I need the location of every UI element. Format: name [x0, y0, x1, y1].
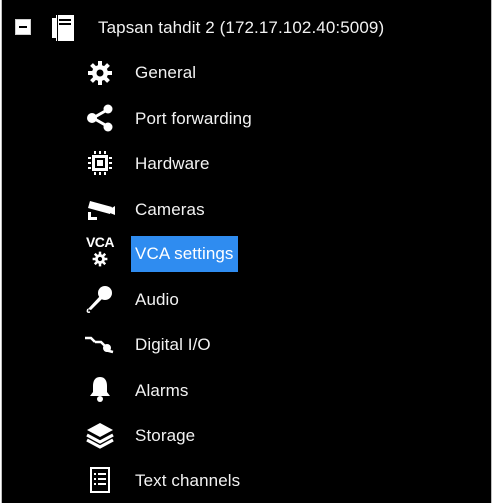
- tree-item-port-forwarding[interactable]: Port forwarding: [135, 109, 252, 129]
- tree-item-vca-settings[interactable]: VCA settings: [131, 236, 238, 272]
- tree-item-storage[interactable]: Storage: [135, 426, 195, 446]
- tree-item-audio[interactable]: Audio: [135, 290, 179, 310]
- cctv-camera-icon: [80, 191, 120, 227]
- tree-item-cameras[interactable]: Cameras: [135, 200, 205, 220]
- tree-item-alarms[interactable]: Alarms: [135, 381, 189, 401]
- chip-icon: [80, 145, 120, 181]
- tree-root-server[interactable]: Tapsan tahdit 2 (172.17.102.40:5009): [98, 18, 384, 38]
- tree-item-hardware[interactable]: Hardware: [135, 154, 210, 174]
- tree-item-label: General: [135, 63, 197, 82]
- tree-item-label: VCA settings: [131, 236, 238, 272]
- vca-icon-text: VCA: [85, 234, 115, 250]
- settings-tree-panel: Tapsan tahdit 2 (172.17.102.40:5009) Gen…: [1, 0, 492, 503]
- server-icon: [42, 10, 86, 46]
- tree-item-label: Audio: [135, 290, 179, 309]
- tree-item-label: Text channels: [135, 471, 241, 490]
- tree-item-text-channels[interactable]: Text channels: [135, 471, 240, 491]
- tree-item-label: Hardware: [135, 154, 210, 173]
- collapse-toggle-button[interactable]: [15, 19, 31, 35]
- microphone-icon: [80, 281, 120, 317]
- tree-item-label: Alarms: [135, 381, 189, 400]
- tree-item-label: Port forwarding: [135, 109, 252, 128]
- digital-io-icon: [80, 326, 120, 362]
- document-list-icon: [80, 462, 120, 498]
- share-icon: [80, 100, 120, 136]
- server-name-label: Tapsan tahdit 2 (172.17.102.40:5009): [98, 18, 385, 37]
- tree-item-digital-io[interactable]: Digital I/O: [135, 335, 211, 355]
- bell-icon: [80, 371, 120, 407]
- vca-gear-icon: VCA: [80, 231, 120, 271]
- gear-icon: [80, 55, 120, 91]
- tree-item-label: Digital I/O: [135, 335, 211, 354]
- tree-item-label: Storage: [135, 426, 196, 445]
- tree-item-label: Cameras: [135, 200, 205, 219]
- layers-icon: [80, 417, 120, 453]
- tree-item-general[interactable]: General: [135, 63, 196, 83]
